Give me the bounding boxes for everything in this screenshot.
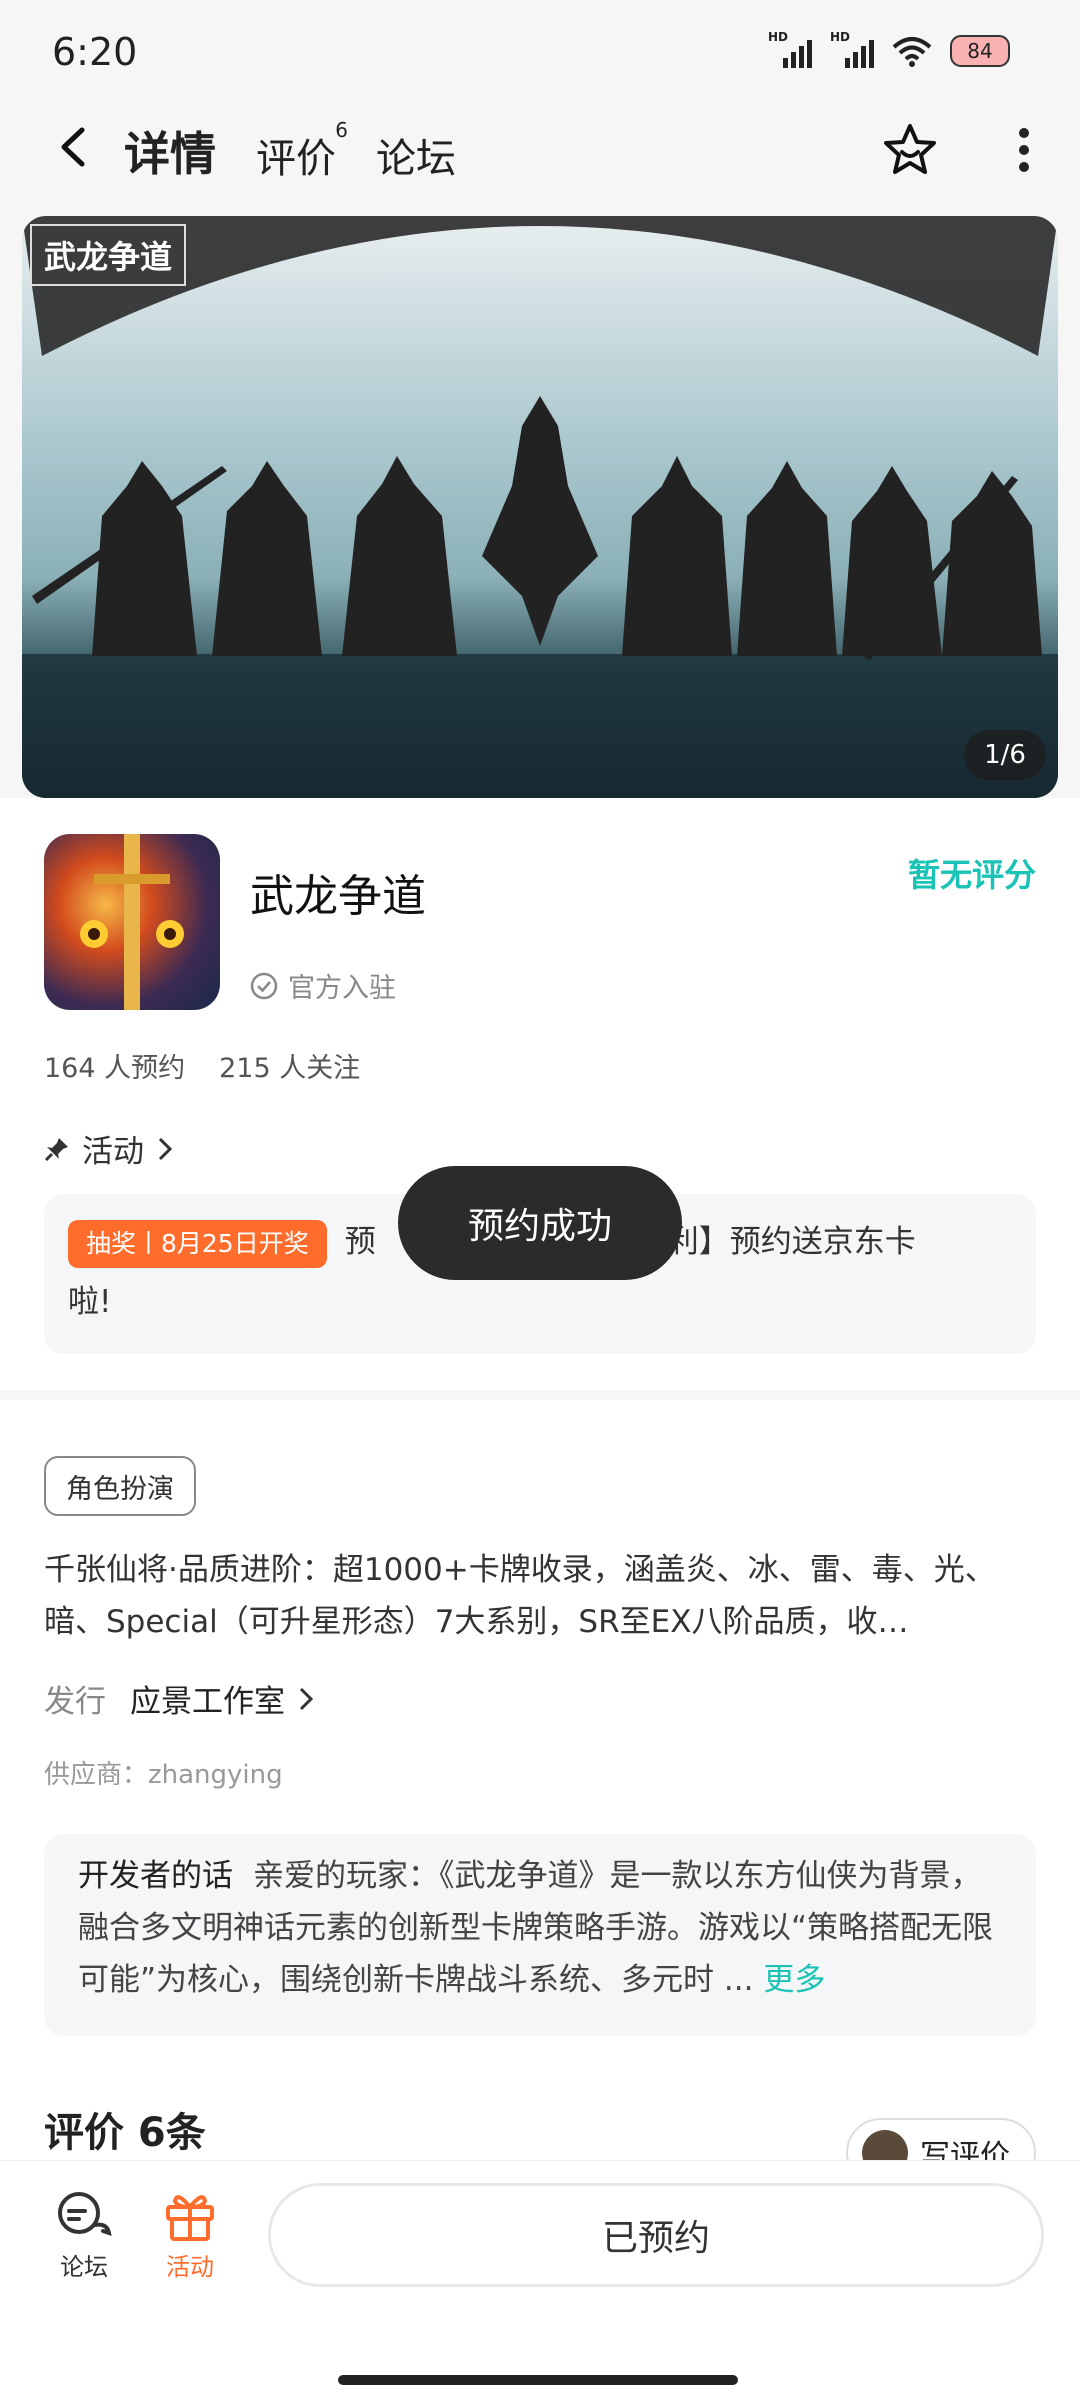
reservation-count: 164 人预约 [44,1053,186,1084]
favorite-star-icon[interactable] [880,120,940,180]
screenshot-carousel[interactable]: 武龙争道 1/6 [22,216,1058,798]
reviews-heading[interactable]: 评价 6条 [44,2100,206,2158]
activity-button[interactable]: 活动 [150,2189,230,2282]
nav-tabs: 详情 评价 6 论坛 [122,118,456,192]
reviews-count-badge: 6 [335,118,348,142]
banner-artwork [22,216,1058,798]
more-options-icon[interactable] [1018,128,1030,172]
app-icon-artwork [80,834,184,1010]
pin-icon [44,1137,68,1161]
chevron-right-icon [158,1137,173,1160]
follow-count: 215 人关注 [219,1053,361,1084]
carousel-counter: 1/6 [964,730,1046,780]
more-link[interactable]: 更多 [763,1962,825,1998]
publisher-row[interactable]: 发行 应景工作室 [44,1676,315,1721]
forum-chat-icon [58,2192,112,2236]
app-title: 武龙争道 [250,871,426,922]
details-section: 角色扮演 千张仙将·品质进阶：超1000+卡牌收录，涵盖炎、冰、雷、毒、光、暗、… [0,1400,1080,2188]
back-arrow-icon[interactable] [50,122,100,172]
status-icons: HD HD 84 [768,30,1010,68]
supplier-info: 供应商：zhangying [44,1760,283,1790]
home-indicator[interactable] [338,2375,738,2385]
banner-game-logo: 武龙争道 [30,224,187,286]
status-time: 6:20 [52,30,138,74]
app-icon [44,834,220,1010]
tab-forum[interactable]: 论坛 [376,126,456,184]
lottery-tag: 抽奖丨8月25日开奖 [68,1219,327,1268]
chevron-right-icon [299,1687,314,1710]
signal-icon: HD [768,30,812,68]
reserved-button[interactable]: 已预约 [268,2183,1044,2287]
app-info-section: 武龙争道 官方入驻 暂无评分 164 人预约 215 人关注 活动 抽奖丨8月2… [0,798,1080,1390]
wifi-icon [892,37,932,67]
reservation-success-toast: 预约成功 [398,1166,682,1280]
publisher-name: 应景工作室 [130,1684,285,1720]
status-bar: 6:20 HD HD 84 [0,0,1080,100]
signal-icon: HD [830,30,874,68]
tab-details[interactable]: 详情 [122,118,218,192]
forum-button[interactable]: 论坛 [44,2189,124,2282]
developer-note[interactable]: 开发者的话 亲爱的玩家：《武龙争道》是一款以东方仙侠为背景，融合多文明神话元素的创… [44,1834,1036,2036]
activity-header[interactable]: 活动 [44,1126,174,1171]
rating-status: 暂无评分 [907,856,1036,894]
genre-tag[interactable]: 角色扮演 [44,1456,196,1516]
battery-icon: 84 [950,35,1010,67]
check-circle-icon [250,972,278,999]
official-badge: 官方入驻 [250,966,396,1005]
bottom-action-bar: 论坛 活动 已预约 [0,2160,1080,2400]
app-stats: 164 人预约 215 人关注 [44,1046,360,1085]
game-description[interactable]: 千张仙将·品质进阶：超1000+卡牌收录，涵盖炎、冰、雷、毒、光、暗、Speci… [44,1544,1036,1648]
top-nav: 详情 评价 6 论坛 [0,100,1080,210]
tab-reviews[interactable]: 评价 6 [256,118,348,184]
gift-icon [166,2195,214,2241]
